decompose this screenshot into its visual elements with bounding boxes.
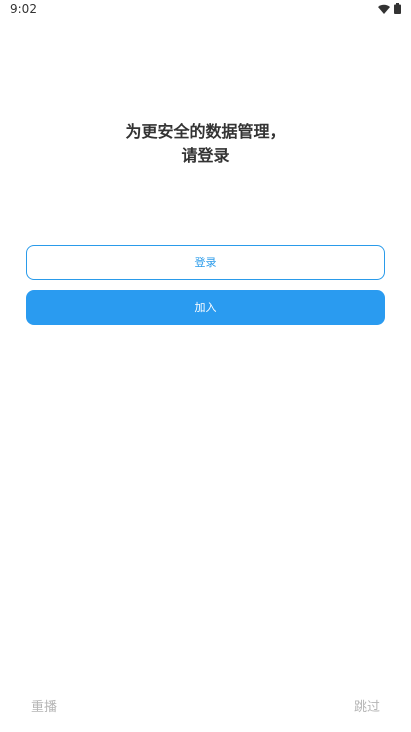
battery-icon	[394, 3, 401, 14]
wifi-icon	[378, 4, 390, 14]
headline-line-2: 请登录	[181, 146, 230, 165]
status-icons	[378, 3, 401, 14]
join-button[interactable]: 加入	[26, 290, 385, 325]
status-bar: 9:02	[0, 0, 411, 20]
login-button[interactable]: 登录	[26, 245, 385, 280]
status-time: 9:02	[10, 2, 37, 16]
page-headline: 为更安全的数据管理， 请登录	[0, 120, 411, 168]
headline-line-1: 为更安全的数据管理，	[125, 122, 286, 141]
replay-button[interactable]: 重播	[31, 696, 57, 715]
skip-button[interactable]: 跳过	[354, 696, 380, 715]
